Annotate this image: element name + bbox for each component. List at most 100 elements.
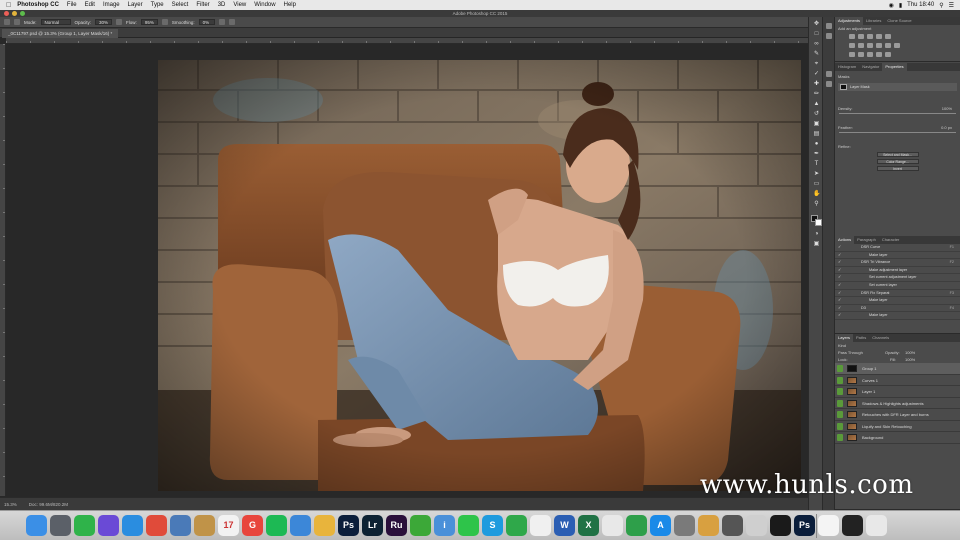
levels-icon[interactable] xyxy=(858,34,864,39)
layer-row[interactable]: Background xyxy=(835,432,960,444)
color-lookup-icon[interactable] xyxy=(894,43,900,48)
airbrush-icon[interactable] xyxy=(161,19,168,25)
layer-row[interactable]: Shadows & Highlights adjustments xyxy=(835,398,960,409)
action-item[interactable]: ✓ Make adjustment layer xyxy=(835,267,960,275)
visibility-eye-icon[interactable] xyxy=(837,422,843,430)
tab-character[interactable]: Character xyxy=(879,236,903,244)
info-panel-icon[interactable] xyxy=(826,71,832,77)
battery-icon[interactable]: ▮ xyxy=(899,2,902,9)
visibility-eye-icon[interactable] xyxy=(837,376,843,384)
siri-dock-icon[interactable] xyxy=(98,515,119,536)
messages-dock-icon[interactable] xyxy=(458,515,479,536)
photoshop-dock-icon[interactable]: Ps xyxy=(338,515,359,536)
quick-mask-icon[interactable]: ◑ xyxy=(813,231,820,238)
tab-histogram[interactable]: Histogram xyxy=(835,63,859,71)
action-item[interactable]: ✓ DSR Curve F1 xyxy=(835,244,960,252)
blend-mode-select[interactable]: Pass Through xyxy=(838,350,863,355)
document-tab[interactable]: _0C11797.psd @ 15.3% (Group 1, Layer Mas… xyxy=(2,29,119,38)
screen-mode-icon[interactable]: ▣ xyxy=(813,241,820,248)
action-check-icon[interactable]: ✓ xyxy=(838,312,841,319)
swatches-panel-icon[interactable] xyxy=(826,81,832,87)
tab-paragraph[interactable]: Paragraph xyxy=(854,236,879,244)
tab-channels[interactable]: Channels xyxy=(869,334,892,342)
facetime-dock-icon[interactable] xyxy=(506,515,527,536)
menu-edit[interactable]: Edit xyxy=(85,2,95,8)
calendar-dock-icon[interactable]: 17 xyxy=(218,515,239,536)
brush-panel-icon[interactable] xyxy=(14,19,20,25)
move-tool-icon[interactable]: ✥ xyxy=(813,21,820,28)
brush-settings-icon[interactable] xyxy=(826,33,832,39)
photos-dock-icon[interactable] xyxy=(314,515,335,536)
tab-navigator[interactable]: Navigator xyxy=(859,63,882,71)
minimize-window-button[interactable] xyxy=(12,11,17,16)
screen-dock-icon[interactable] xyxy=(842,515,863,536)
dodge-tool-icon[interactable]: ● xyxy=(813,141,820,148)
visibility-eye-icon[interactable] xyxy=(837,411,843,418)
lasso-tool-icon[interactable]: ∞ xyxy=(813,41,820,48)
menu-3d[interactable]: 3D xyxy=(218,2,226,8)
photoshop-2-dock-icon[interactable]: Ps xyxy=(794,515,815,536)
brush-tool-icon[interactable]: ✏ xyxy=(813,91,820,98)
action-check-icon[interactable]: ✓ xyxy=(838,290,841,297)
safari-dock-icon[interactable] xyxy=(122,515,143,536)
spotify-dock-icon[interactable] xyxy=(266,515,287,536)
smoothing-input[interactable]: 0% xyxy=(198,19,215,25)
evernote-dock-icon[interactable] xyxy=(74,515,95,536)
numbers-dock-icon[interactable] xyxy=(626,515,647,536)
document-dock-icon[interactable] xyxy=(818,515,839,536)
action-check-icon[interactable]: ✓ xyxy=(838,267,841,274)
preview-dock-icon[interactable] xyxy=(170,515,191,536)
menu-type[interactable]: Type xyxy=(151,2,164,8)
crop-tool-icon[interactable]: ⌖ xyxy=(813,61,820,68)
select-and-mask-button[interactable]: Select and Mask... xyxy=(876,152,919,157)
google-dock-icon[interactable]: G xyxy=(242,515,263,536)
finder-dock-icon[interactable] xyxy=(26,515,47,536)
feather-slider[interactable] xyxy=(839,132,956,133)
pen-tool-icon[interactable]: ✒ xyxy=(813,151,820,158)
visibility-eye-icon[interactable] xyxy=(837,434,843,441)
printer-dock-icon[interactable] xyxy=(722,515,743,536)
action-item[interactable]: ✓ DSR Tri Vibrance F2 xyxy=(835,259,960,267)
davinci-dock-icon[interactable] xyxy=(770,515,791,536)
menu-select[interactable]: Select xyxy=(172,2,189,8)
hand-tool-icon[interactable]: ✋ xyxy=(813,191,820,198)
premiere-rush-dock-icon[interactable]: Ru xyxy=(386,515,407,536)
layer-row[interactable]: Curves 1 xyxy=(835,375,960,386)
notes-dock-icon[interactable] xyxy=(194,515,215,536)
action-check-icon[interactable]: ✓ xyxy=(838,252,841,259)
launchpad-dock-icon[interactable] xyxy=(50,515,71,536)
notebook-dock-icon[interactable] xyxy=(698,515,719,536)
brush-preset-icon[interactable] xyxy=(4,19,10,25)
posterize-icon[interactable] xyxy=(858,52,864,57)
trash-dock-icon[interactable] xyxy=(866,515,887,536)
density-slider[interactable] xyxy=(839,113,956,114)
gradient-map-icon[interactable] xyxy=(876,52,882,57)
gradient-tool-icon[interactable]: ▤ xyxy=(813,131,820,138)
document-image[interactable] xyxy=(158,60,801,491)
path-select-icon[interactable]: ➤ xyxy=(813,171,820,178)
hue-saturation-icon[interactable] xyxy=(849,43,855,48)
action-item[interactable]: ✓ Make layer xyxy=(835,312,960,320)
tab-actions[interactable]: Actions xyxy=(835,236,855,244)
action-item[interactable]: ✓ D3 F4 xyxy=(835,305,960,313)
menu-filter[interactable]: Filter xyxy=(196,2,209,8)
zoom-readout[interactable]: 15.3% xyxy=(4,502,17,507)
system-preferences-dock-icon[interactable] xyxy=(674,515,695,536)
layer-row[interactable]: Group 1 xyxy=(835,363,960,375)
flow-input[interactable]: 95% xyxy=(140,19,158,25)
quick-select-tool-icon[interactable]: ✎ xyxy=(813,51,820,58)
layer-row[interactable]: Liquify and Skin Retouching xyxy=(835,421,960,432)
zoom-tool-icon[interactable]: ⚲ xyxy=(813,201,820,208)
shape-tool-icon[interactable]: ▭ xyxy=(813,181,820,188)
chrome-dock-icon[interactable] xyxy=(146,515,167,536)
visibility-eye-icon[interactable] xyxy=(837,388,843,395)
tab-adjustments[interactable]: Adjustments xyxy=(835,17,864,25)
menu-file[interactable]: File xyxy=(67,2,77,8)
history-panel-icon[interactable] xyxy=(826,23,832,29)
curves-icon[interactable] xyxy=(867,34,873,39)
mode-select[interactable]: Normal xyxy=(40,19,71,25)
pressure-size-icon[interactable] xyxy=(228,19,235,25)
eraser-tool-icon[interactable]: ▣ xyxy=(813,121,820,128)
action-check-icon[interactable]: ✓ xyxy=(838,274,841,281)
pressure-opacity-icon[interactable] xyxy=(116,19,123,25)
